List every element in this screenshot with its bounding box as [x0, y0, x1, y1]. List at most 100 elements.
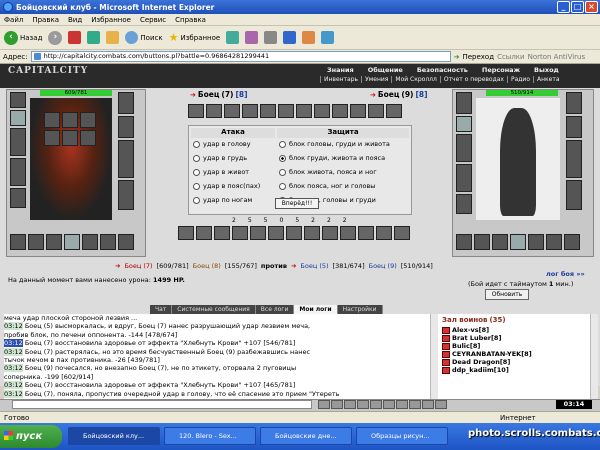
nav-security[interactable]: Безопасность: [410, 66, 475, 74]
boots-slot[interactable]: [118, 180, 134, 210]
ring-slot[interactable]: [564, 234, 580, 250]
antivirus-button[interactable]: Norton AntiVirus: [528, 53, 586, 61]
nav-chat[interactable]: Общение: [361, 66, 410, 74]
ring-slot[interactable]: [492, 234, 508, 250]
menu-help[interactable]: Справка: [175, 16, 206, 24]
player-name[interactable]: Боец: [198, 90, 220, 99]
help-icon[interactable]: [422, 400, 434, 409]
team-left-fighter-2[interactable]: Боец (8): [193, 262, 221, 270]
nav-radio[interactable]: Радио: [506, 76, 533, 83]
chat-scrollbar[interactable]: [430, 314, 438, 399]
gloves-slot[interactable]: [118, 116, 134, 138]
nav-profile[interactable]: Анкета: [533, 76, 563, 83]
tab-system-messages[interactable]: Системные сообщения: [172, 305, 256, 314]
player-tag[interactable]: [8]: [235, 90, 247, 99]
quick-slot[interactable]: [296, 104, 312, 118]
nav-knowledge[interactable]: Знания: [320, 66, 361, 74]
battle-log-link[interactable]: лог боя »»: [546, 270, 585, 278]
nav-inventory[interactable]: Инвентарь: [320, 76, 361, 83]
spell-slot[interactable]: [376, 226, 392, 240]
quick-slot[interactable]: [314, 104, 330, 118]
links-button[interactable]: Ссылки: [497, 53, 525, 61]
quick-slot[interactable]: [386, 104, 402, 118]
quick-slot[interactable]: [350, 104, 366, 118]
quick-slot[interactable]: [260, 104, 276, 118]
quick-slot[interactable]: [188, 104, 204, 118]
maximize-button[interactable]: □: [571, 1, 584, 13]
address-input[interactable]: http://capitalcity.combats.com/buttons.p…: [30, 51, 451, 62]
start-button[interactable]: пуск: [0, 425, 62, 448]
quick-slot[interactable]: [332, 104, 348, 118]
chat-timestamp[interactable]: 03:12: [4, 389, 23, 398]
private-icon[interactable]: [370, 400, 382, 409]
tab-settings[interactable]: Настройки: [337, 305, 383, 314]
chat-timestamp[interactable]: 03:12: [4, 381, 23, 390]
edit-icon[interactable]: [283, 31, 297, 44]
spell-slot[interactable]: [304, 226, 320, 240]
weapon-slot[interactable]: [456, 134, 472, 162]
menu-tools[interactable]: Сервис: [140, 16, 166, 24]
spell-slot[interactable]: [286, 226, 302, 240]
ring-slot[interactable]: [10, 234, 26, 250]
room-member[interactable]: ddp_kadiim[10]: [442, 366, 590, 374]
chat-timestamp[interactable]: 03:12: [4, 347, 23, 356]
exit-icon[interactable]: [435, 400, 447, 409]
room-member[interactable]: Alex-vs[8]: [442, 326, 590, 334]
armor-slot[interactable]: [10, 158, 26, 186]
ring-slot[interactable]: [510, 234, 526, 250]
quick-slot[interactable]: [278, 104, 294, 118]
room-scrollbar[interactable]: [590, 314, 598, 399]
attack-groin-option[interactable]: удар в пояс(пах): [193, 182, 260, 190]
boots-slot[interactable]: [566, 180, 582, 210]
attack-belly-option[interactable]: удар в живот: [193, 168, 249, 176]
attack-chest-option[interactable]: удар в грудь: [193, 154, 247, 162]
ring-slot[interactable]: [100, 234, 116, 250]
task-images[interactable]: Образцы рисун...: [356, 427, 448, 445]
spell-slot[interactable]: [340, 226, 356, 240]
spell-slot[interactable]: [358, 226, 374, 240]
spell-slot[interactable]: [322, 226, 338, 240]
room-member[interactable]: Bulic[8]: [442, 342, 590, 350]
room-member[interactable]: Dead Dragon[8]: [442, 358, 590, 366]
task-blero[interactable]: 120. Blero - Sex...: [164, 427, 256, 445]
sound-icon[interactable]: [383, 400, 395, 409]
ring-slot[interactable]: [46, 234, 62, 250]
go-button[interactable]: Переход: [462, 53, 494, 61]
scroll-icon[interactable]: [409, 400, 421, 409]
menu-view[interactable]: Вид: [68, 16, 82, 24]
refresh-icon[interactable]: [87, 31, 101, 44]
quick-slot[interactable]: [206, 104, 222, 118]
effect-slot[interactable]: [62, 130, 78, 146]
menu-favorites[interactable]: Избранное: [91, 16, 131, 24]
translit-icon[interactable]: [357, 400, 369, 409]
ring-slot[interactable]: [64, 234, 80, 250]
earring-slot[interactable]: [10, 110, 26, 126]
nav-scroll[interactable]: Мой Скроллл: [391, 76, 439, 83]
chat-timestamp[interactable]: 03:12: [4, 322, 23, 331]
team-right-fighter-1[interactable]: Боец (5): [300, 262, 328, 270]
color-icon[interactable]: [396, 400, 408, 409]
task-combats[interactable]: Бойцовский клу...: [68, 427, 160, 445]
room-member[interactable]: Brat Luber[8]: [442, 334, 590, 342]
stop-icon[interactable]: [68, 31, 82, 44]
offhand-slot[interactable]: [566, 140, 582, 178]
opponent-tag[interactable]: [8]: [415, 90, 427, 99]
quick-slot[interactable]: [368, 104, 384, 118]
ring-slot[interactable]: [28, 234, 44, 250]
spell-slot[interactable]: [214, 226, 230, 240]
spell-slot[interactable]: [250, 226, 266, 240]
ring-slot[interactable]: [528, 234, 544, 250]
attack-head-option[interactable]: удар в голову: [193, 140, 251, 148]
block-belly-belt-legs-option[interactable]: блок живота, пояса и ног: [279, 168, 377, 176]
effect-slot[interactable]: [44, 130, 60, 146]
home-icon[interactable]: [106, 31, 120, 44]
nav-exit[interactable]: Выход: [527, 66, 566, 74]
nav-character[interactable]: Персонаж: [475, 66, 527, 74]
chat-timestamp[interactable]: 03:12: [4, 339, 23, 348]
effect-slot[interactable]: [80, 130, 96, 146]
refresh-button[interactable]: Обновить: [485, 289, 529, 300]
block-head-chest-belly-option[interactable]: блок головы, груди и живота: [279, 140, 390, 148]
block-belt-legs-head-option[interactable]: блок пояса, ног и головы: [279, 182, 375, 190]
ring-slot[interactable]: [82, 234, 98, 250]
room-member[interactable]: CEYRANBATAN-YEK[8]: [442, 350, 590, 358]
